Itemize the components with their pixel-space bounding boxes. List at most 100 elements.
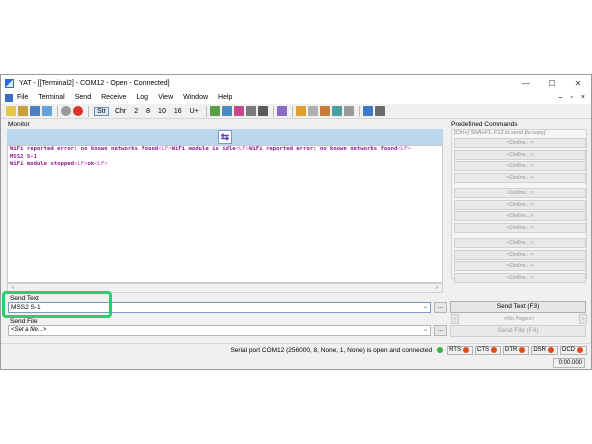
radix-unicode-button[interactable]: U+ [190,108,199,115]
show-tx-icon[interactable] [209,106,220,116]
signal-rts[interactable]: RTS [447,345,473,355]
toolbar-separator [88,105,89,117]
auto-response-icon[interactable] [362,106,373,116]
line-feed-marker: <LF> [94,161,108,167]
send-text-button[interactable]: Send Text (F3) [450,301,586,313]
chevron-down-icon[interactable]: ⌄ [423,326,428,335]
print-icon[interactable] [257,106,268,116]
send-file-input[interactable]: <Set a file...> ⌄ [8,325,431,336]
monitor-text: MSS2 S-1 [10,153,37,160]
monitor-label: Monitor [8,121,30,128]
log-settings-icon[interactable] [331,106,342,116]
menu-help[interactable]: Help [218,94,232,101]
terminal-info-icon[interactable] [374,106,385,116]
predefined-group: [Ctrl+] Shift+F1..F12 to send [to copy] … [451,129,587,283]
scroll-right-icon[interactable]: › [432,284,442,292]
menu-bar: File Terminal Send Receive Log View Wind… [1,91,591,104]
toolbar-separator [205,105,207,117]
new-terminal-icon[interactable] [6,106,16,116]
clear-icon[interactable] [245,106,256,116]
toolbar-separator [272,105,274,117]
define-command-button[interactable]: <Define...> [454,222,586,233]
define-command-button[interactable]: <Define...> [454,238,586,248]
define-command-button[interactable]: <Define...> [454,161,586,171]
log-folder-icon[interactable] [319,106,330,116]
swap-direction-icon[interactable]: ⇆ [218,130,232,144]
menu-receive[interactable]: Receive [101,94,126,101]
window-controls: — ☐ ✕ [513,75,591,91]
define-command-button[interactable]: <Define...> [454,188,586,198]
signal-led-icon [548,347,554,353]
define-command-button[interactable]: <Define...> [454,272,586,283]
send-text-highlight [2,291,112,318]
page-next-icon[interactable]: › [579,314,587,324]
define-command-button[interactable]: <Define...> [454,211,586,221]
signal-cts[interactable]: CTS [474,345,501,355]
define-command-button[interactable]: <Define...> [454,261,586,271]
menu-window[interactable]: Window [183,94,208,101]
line-feed-marker: <LF> [235,146,250,152]
open-port-icon[interactable] [61,106,71,116]
signal-dtr[interactable]: DTR [502,345,530,355]
menu-terminal[interactable]: Terminal [38,94,64,101]
show-bidir-icon[interactable] [221,106,232,116]
minimize-button[interactable]: — [513,75,539,91]
time-bar: 0:00.000 [1,357,591,369]
radix-16-button[interactable]: 16 [174,108,182,115]
toolbar-separator [358,105,360,117]
close-button[interactable]: ✕ [565,75,591,91]
window-title: YAT - [[Terminal2] - COM12 - Open - Conn… [19,79,170,87]
define-command-button[interactable]: <Define...> [454,172,586,183]
line-feed-marker: <LF> [158,146,172,152]
save-icon[interactable] [30,106,40,116]
title-bar: YAT - [[Terminal2] - COM12 - Open - Conn… [1,75,591,91]
signal-dsr[interactable]: DSR [531,345,558,355]
define-command-button[interactable]: <Define...> [454,199,586,210]
signal-led-icon [577,347,583,353]
mdi-restore-button[interactable]: ▫ [570,91,572,104]
monitor-line: MSS2 S-1 [8,154,442,162]
radix-str-button[interactable]: Str [94,106,109,116]
define-command-button[interactable]: <Define...> [454,249,586,260]
terminal-icon[interactable] [5,93,13,102]
signal-label: DCD [562,346,575,353]
menu-log[interactable]: Log [136,94,148,101]
status-text: Serial port COM12 (256000, 8, None, 1, N… [230,346,433,354]
menu-view[interactable]: View [158,94,173,101]
send-file-button[interactable]: Send File (F4) [450,325,586,337]
signal-dcd[interactable]: DCD [560,345,587,355]
monitor-line: WiFi reported error: no known networks f… [8,146,442,154]
mdi-minimize-button[interactable]: – [559,91,563,104]
radix-10-button[interactable]: 10 [158,108,166,115]
menu-send[interactable]: Send [75,94,91,101]
line-feed-marker: <LF> [74,161,88,167]
radix-2-button[interactable]: 2 [134,108,138,115]
mdi-close-button[interactable]: × [581,91,585,104]
show-rx-icon[interactable] [233,106,244,116]
chevron-down-icon[interactable]: ⌄ [423,303,428,312]
monitor-output[interactable]: WiFi reported error: no known networks f… [7,145,443,283]
settings-icon[interactable] [42,106,52,116]
maximize-button[interactable]: ☐ [539,75,565,91]
signal-label: DTR [504,346,518,353]
radix-chr-button[interactable]: Chr [115,108,126,115]
page-label: <No Pages> [503,316,535,322]
send-file-browse-button[interactable]: ... [434,325,447,336]
toolbar-separator [291,105,293,117]
close-port-icon[interactable] [73,106,83,116]
radix-8-button[interactable]: 8 [146,108,150,115]
monitor-text: WiFi reported error: no known networks f… [249,146,398,152]
log-on-icon[interactable] [295,106,306,116]
define-command-button[interactable]: <Define...> [454,138,586,148]
send-text-browse-button[interactable]: ... [434,302,447,313]
log-clear-icon[interactable] [343,106,354,116]
define-command-button[interactable]: <Define...> [454,149,586,160]
page-prev-icon[interactable]: ‹ [451,314,459,324]
open-icon[interactable] [18,106,28,116]
signal-label: DSR [533,346,546,353]
log-off-icon[interactable] [307,106,318,116]
mdi-controls: – ▫ × [559,91,585,104]
find-icon[interactable] [276,106,287,116]
menu-file[interactable]: File [17,94,28,101]
connection-led-icon [437,347,444,353]
